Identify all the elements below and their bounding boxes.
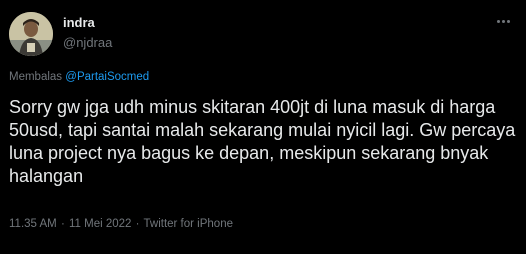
- tweet-text: Sorry gw jga udh minus skitaran 400jt di…: [9, 97, 516, 186]
- more-horizontal-icon-dot: [506, 19, 510, 23]
- replying-to: Membalas @PartaiSocmed: [9, 70, 149, 85]
- avatar-photo: [9, 12, 53, 56]
- tweet-time-link[interactable]: 11.35 AM: [9, 218, 57, 230]
- meta-separator: ·: [60, 218, 65, 230]
- replying-prefix: Membalas: [9, 71, 63, 83]
- tweet-source-link[interactable]: Twitter for iPhone: [144, 218, 233, 230]
- meta-separator: ·: [135, 218, 140, 230]
- author-handle[interactable]: @njdraa: [63, 35, 112, 51]
- author-name[interactable]: indra: [63, 15, 95, 31]
- reply-mention-link[interactable]: @PartaiSocmed: [65, 71, 149, 83]
- tweet-card: indra @njdraa Membalas @PartaiSocmed Sor…: [0, 0, 526, 254]
- more-horizontal-icon: [496, 19, 500, 23]
- more-options-button[interactable]: [492, 11, 514, 31]
- avatar[interactable]: [9, 12, 53, 56]
- tweet-date-link[interactable]: 11 Mei 2022: [69, 218, 131, 230]
- tweet-meta: 11.35 AM · 11 Mei 2022 · Twitter for iPh…: [9, 217, 233, 232]
- more-horizontal-icon-dot: [501, 19, 505, 23]
